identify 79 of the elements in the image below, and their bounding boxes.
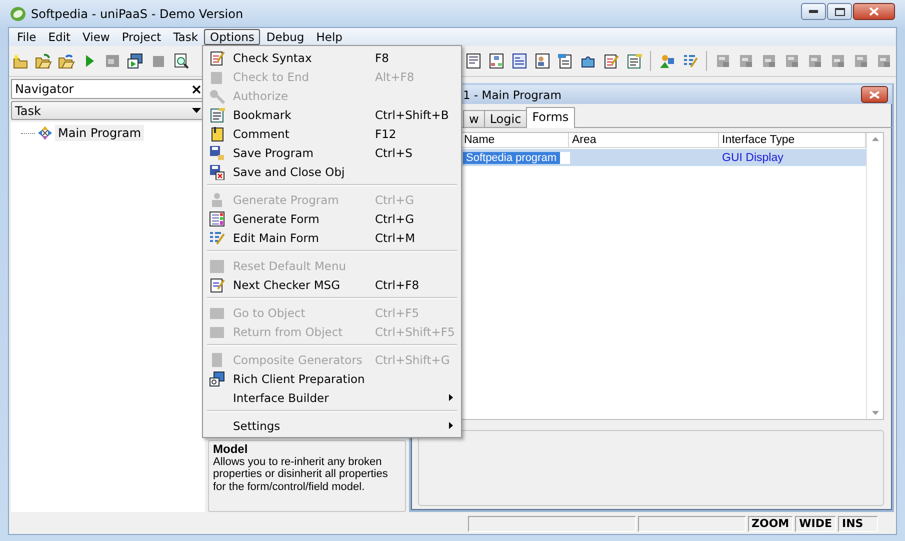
minimize-button[interactable] [801,3,826,20]
menu-item[interactable]: File [11,29,42,45]
close-icon [869,7,879,16]
program-icon [37,125,53,141]
open-folder-icon[interactable] [58,52,74,70]
user-card-icon[interactable] [534,52,550,70]
menu-item[interactable]: Save Program Ctrl+S [205,143,459,162]
close-button[interactable] [861,86,888,103]
magnifier-icon[interactable] [172,52,190,70]
menu-item-icon [209,276,225,292]
form-icon[interactable] [510,52,528,70]
submenu-item[interactable]: Interface Builder [205,388,459,407]
menu-item[interactable]: Rich Client Preparation [205,369,459,388]
list-edit-icon[interactable] [682,52,698,70]
menu-item[interactable]: View [76,29,116,45]
help-text: Allows you to re-inherit any broken properties or disinherit all properties for the form/control/field model. [213,456,389,493]
menu-item-icon [209,164,225,180]
window-title: Softpedia - uniPaaS - Demo Version [31,6,244,20]
new-folder-icon[interactable] [12,52,28,70]
submenu-item[interactable]: Settings [205,416,459,435]
menu-item-icon [209,88,225,104]
panel-title: Navigator [15,82,74,96]
close-button[interactable] [853,3,895,20]
menu-item[interactable]: Next Checker MSG Ctrl+F8 [205,275,459,294]
tab[interactable]: Logic [484,110,528,127]
app-logo-icon [10,6,26,22]
column-header[interactable]: Interface Type [719,133,866,148]
column-header[interactable]: Area [569,133,719,148]
table-cell-text: GUI Display [721,152,784,164]
menu-item-icon [209,352,225,368]
filter-dropdown[interactable]: Task [11,101,205,120]
status-indicator: ZOOM [748,516,794,532]
note-icon[interactable] [626,52,642,70]
menu-item-icon [209,258,225,274]
menu-item-icon [209,230,225,246]
maximize-button[interactable] [827,3,852,20]
table-row[interactable]: Softpedia program GUI Display [461,149,866,166]
edit-icon[interactable] [602,52,620,70]
tab[interactable]: w [463,110,485,127]
menu-item[interactable]: Task [167,29,204,45]
menu-item[interactable]: Project [116,29,168,45]
status-indicator: INS [838,516,878,532]
window-title: 1 - Main Program [463,88,562,102]
submenu-arrow-icon [449,422,453,429]
menu-item[interactable]: Check Syntax F8 [205,48,459,67]
scroll-down-icon [872,411,878,415]
menu-item-icon [209,210,225,226]
menu-item[interactable]: Debug [260,29,310,45]
diagram-icon[interactable] [488,52,504,70]
menu-item[interactable]: Save and Close Obj [205,162,459,181]
menu-item-icon [209,370,225,386]
menu-item[interactable]: Comment F12 [205,124,459,143]
maximize-icon [834,8,844,16]
status-indicator: WIDE [795,516,836,532]
caret-icon [192,108,201,113]
menu-item[interactable]: Edit [42,29,77,45]
tree-item[interactable]: Main Program [55,125,144,141]
close-icon [869,90,880,98]
document-icon[interactable] [556,52,574,70]
submenu-arrow-icon [449,394,453,401]
menu-item-icon [209,126,225,142]
help-title: Model [213,443,249,456]
menu-item[interactable]: Help [310,29,348,45]
open-folder-icon[interactable] [34,52,52,70]
menu-item[interactable]: Edit Main Form Ctrl+M [205,228,459,247]
menu-item-icon [209,50,225,66]
menu-item[interactable]: Options [204,29,260,45]
menu-item[interactable]: Bookmark Ctrl+Shift+B [205,105,459,124]
scroll-up-icon [872,137,878,141]
minimize-icon [809,10,818,14]
menu-item-icon [209,144,225,160]
menu-item-icon [209,106,225,122]
name-cell: Softpedia program [463,152,570,164]
document-icon[interactable] [464,52,482,70]
tab[interactable]: Forms [526,107,575,128]
shapes-icon[interactable] [658,52,676,70]
close-icon [192,84,201,94]
menu-item-icon [209,192,225,208]
menu-item[interactable]: Generate Form Ctrl+G [205,209,459,228]
